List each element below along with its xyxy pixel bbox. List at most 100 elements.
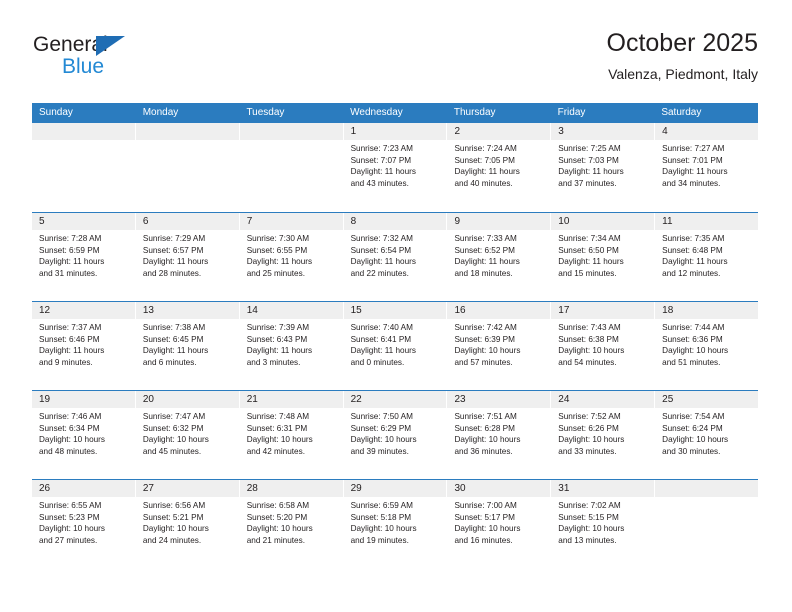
sunset-text: Sunset: 6:32 PM	[142, 423, 204, 433]
day-number: 14	[239, 302, 343, 319]
sunrise-text: Sunrise: 7:29 AM	[142, 234, 206, 243]
calendar-day-cell[interactable]: 3 Sunrise: 7:25 AM Sunset: 7:03 PM Daylight…	[551, 123, 656, 212]
day-number: 26	[32, 480, 135, 497]
calendar-day-cell[interactable]: 12 Sunrise: 7:37 AM Sunset: 6:46 PM Dayligh…	[32, 302, 136, 390]
sunset-text: Sunset: 6:45 PM	[142, 334, 204, 344]
day-details: Sunrise: 7:29 AM Sunset: 6:57 PM Daylight:…	[136, 230, 239, 279]
calendar-day-cell[interactable]: 10 Sunrise: 7:34 AM Sunset: 6:50 PM Dayligh…	[551, 213, 656, 301]
sunrise-text: Sunrise: 7:51 AM	[454, 412, 517, 421]
calendar-day-cell[interactable]: 26 Sunrise: 6:55 AM Sunset: 5:23 PM Dayligh…	[32, 480, 136, 568]
sunrise-text: Sunrise: 7:48 AM	[246, 412, 310, 421]
daylight-text-line2: and 42 minutes.	[246, 446, 305, 456]
calendar-day-cell[interactable]: 8 Sunrise: 7:32 AM Sunset: 6:54 PM Daylight…	[343, 213, 448, 301]
sunrise-text: Sunrise: 7:02 AM	[558, 501, 621, 510]
dow-header-wednesday: Wednesday	[350, 107, 403, 118]
sunset-text: Sunset: 6:36 PM	[662, 334, 723, 344]
day-details: Sunrise: 7:39 AM Sunset: 6:43 PM Daylight:…	[240, 319, 343, 368]
calendar-day-cell[interactable]: 25 Sunrise: 7:54 AM Sunset: 6:24 PM Dayligh…	[655, 391, 759, 479]
sunrise-text: Sunrise: 6:58 AM	[246, 501, 310, 510]
daylight-text-line1: Daylight: 11 hours	[39, 346, 105, 356]
day-number: 15	[343, 302, 447, 319]
day-details: Sunrise: 6:58 AM Sunset: 5:20 PM Daylight:…	[240, 497, 343, 546]
daylight-text-line2: and 33 minutes.	[558, 446, 617, 456]
daylight-text-line2: and 39 minutes.	[350, 446, 409, 456]
calendar-day-cell[interactable]: 19 Sunrise: 7:46 AM Sunset: 6:34 PM Dayligh…	[32, 391, 136, 479]
day-number: 25	[655, 391, 759, 408]
dow-header-tuesday: Tuesday	[246, 107, 285, 118]
daylight-text-line2: and 3 minutes.	[246, 357, 301, 367]
daylight-text-line1: Daylight: 11 hours	[142, 257, 209, 267]
calendar-day-cell[interactable]: 11 Sunrise: 7:35 AM Sunset: 6:48 PM Dayligh…	[655, 213, 759, 301]
daylight-text-line1: Daylight: 11 hours	[558, 167, 624, 177]
sunrise-text: Sunrise: 7:25 AM	[558, 144, 621, 153]
calendar-day-cell[interactable]: 6 Sunrise: 7:29 AM Sunset: 6:57 PM Daylight…	[135, 213, 240, 301]
daylight-text-line1: Daylight: 11 hours	[454, 257, 520, 267]
day-details: Sunrise: 6:56 AM Sunset: 5:21 PM Daylight:…	[136, 497, 239, 546]
calendar-day-cell[interactable]: 4 Sunrise: 7:27 AM Sunset: 7:01 PM Daylight…	[655, 123, 759, 212]
daylight-text-line1: Daylight: 10 hours	[350, 435, 417, 445]
brand-logo[interactable]: General Blue	[33, 33, 263, 85]
calendar-day-cell[interactable]: 18 Sunrise: 7:44 AM Sunset: 6:36 PM Dayligh…	[655, 302, 759, 390]
day-details: Sunrise: 7:28 AM Sunset: 6:59 PM Daylight:…	[32, 230, 135, 279]
day-number: 23	[447, 391, 551, 408]
calendar-day-cell[interactable]: 28 Sunrise: 6:58 AM Sunset: 5:20 PM Dayligh…	[239, 480, 344, 568]
calendar-day-cell[interactable]: 20 Sunrise: 7:47 AM Sunset: 6:32 PM Dayligh…	[135, 391, 240, 479]
calendar-day-cell[interactable]: 16 Sunrise: 7:42 AM Sunset: 6:39 PM Dayligh…	[447, 302, 552, 390]
calendar-day-cell[interactable]: 31 Sunrise: 7:02 AM Sunset: 5:15 PM Dayligh…	[551, 480, 656, 568]
daylight-text-line2: and 19 minutes.	[350, 535, 409, 545]
sunrise-text: Sunrise: 7:30 AM	[246, 234, 310, 243]
daylight-text-line2: and 25 minutes.	[246, 268, 305, 278]
calendar-day-cell[interactable]: 17 Sunrise: 7:43 AM Sunset: 6:38 PM Dayligh…	[551, 302, 656, 390]
calendar-day-cell[interactable]: 15 Sunrise: 7:40 AM Sunset: 6:41 PM Dayligh…	[343, 302, 448, 390]
day-details: Sunrise: 7:42 AM Sunset: 6:39 PM Daylight:…	[447, 319, 550, 368]
calendar-week-row: 5 Sunrise: 7:28 AM Sunset: 6:59 PM Daylight…	[32, 212, 759, 301]
sunset-text: Sunset: 6:54 PM	[350, 245, 412, 255]
calendar-day-cell[interactable]: 22 Sunrise: 7:50 AM Sunset: 6:29 PM Dayligh…	[343, 391, 448, 479]
sunrise-text: Sunrise: 7:34 AM	[558, 234, 621, 243]
calendar-weeks: 1 Sunrise: 7:23 AM Sunset: 7:07 PM Daylight…	[32, 123, 759, 568]
daylight-text-line2: and 51 minutes.	[662, 357, 721, 367]
day-number	[135, 123, 239, 140]
calendar-day-cell[interactable]: 30 Sunrise: 7:00 AM Sunset: 5:17 PM Dayligh…	[447, 480, 552, 568]
daylight-text-line1: Daylight: 10 hours	[558, 346, 625, 356]
daylight-text-line2: and 30 minutes.	[662, 446, 721, 456]
sunrise-text: Sunrise: 7:38 AM	[142, 323, 206, 332]
daylight-text-line1: Daylight: 10 hours	[142, 435, 209, 445]
daylight-text-line1: Daylight: 10 hours	[246, 435, 313, 445]
calendar-day-cell[interactable]: 1 Sunrise: 7:23 AM Sunset: 7:07 PM Daylight…	[343, 123, 448, 212]
calendar-day-cell[interactable]: 9 Sunrise: 7:33 AM Sunset: 6:52 PM Daylight…	[447, 213, 552, 301]
daylight-text-line1: Daylight: 10 hours	[454, 346, 521, 356]
sunrise-text: Sunrise: 7:39 AM	[246, 323, 310, 332]
day-number: 2	[447, 123, 551, 140]
calendar-day-cell[interactable]: 7 Sunrise: 7:30 AM Sunset: 6:55 PM Daylight…	[239, 213, 344, 301]
calendar-day-cell[interactable]: 2 Sunrise: 7:24 AM Sunset: 7:05 PM Daylight…	[447, 123, 552, 212]
daylight-text-line2: and 27 minutes.	[39, 535, 98, 545]
daylight-text-line2: and 15 minutes.	[558, 268, 617, 278]
calendar-day-cell[interactable]: 13 Sunrise: 7:38 AM Sunset: 6:45 PM Dayligh…	[135, 302, 240, 390]
calendar-day-cell[interactable]: 24 Sunrise: 7:52 AM Sunset: 6:26 PM Dayligh…	[551, 391, 656, 479]
calendar-day-cell[interactable]: 27 Sunrise: 6:56 AM Sunset: 5:21 PM Dayligh…	[135, 480, 240, 568]
sunrise-text: Sunrise: 7:47 AM	[142, 412, 206, 421]
calendar-day-cell[interactable]: 5 Sunrise: 7:28 AM Sunset: 6:59 PM Daylight…	[32, 213, 136, 301]
day-number: 22	[343, 391, 447, 408]
day-number: 1	[343, 123, 447, 140]
day-number: 16	[447, 302, 551, 319]
day-number: 17	[551, 302, 655, 319]
daylight-text-line2: and 31 minutes.	[39, 268, 98, 278]
day-details: Sunrise: 7:37 AM Sunset: 6:46 PM Daylight:…	[32, 319, 135, 368]
calendar-day-cell[interactable]: 14 Sunrise: 7:39 AM Sunset: 6:43 PM Dayligh…	[239, 302, 344, 390]
title-block: October 2025 Valenza, Piedmont, Italy	[607, 28, 759, 84]
sunrise-text: Sunrise: 7:43 AM	[558, 323, 621, 332]
calendar-week-row: 19 Sunrise: 7:46 AM Sunset: 6:34 PM Dayligh…	[32, 390, 759, 479]
sunset-text: Sunset: 6:39 PM	[454, 334, 515, 344]
day-details: Sunrise: 7:38 AM Sunset: 6:45 PM Daylight:…	[136, 319, 239, 368]
calendar-day-cell[interactable]: 23 Sunrise: 7:51 AM Sunset: 6:28 PM Dayligh…	[447, 391, 552, 479]
day-number: 20	[135, 391, 239, 408]
sunrise-text: Sunrise: 6:59 AM	[350, 501, 413, 510]
daylight-text-line1: Daylight: 11 hours	[662, 257, 728, 267]
daylight-text-line2: and 16 minutes.	[454, 535, 513, 545]
calendar-day-cell[interactable]: 29 Sunrise: 6:59 AM Sunset: 5:18 PM Dayligh…	[343, 480, 448, 568]
daylight-text-line2: and 45 minutes.	[142, 446, 202, 456]
page-title: October 2025	[606, 29, 759, 57]
calendar-day-cell[interactable]: 21 Sunrise: 7:48 AM Sunset: 6:31 PM Dayligh…	[239, 391, 344, 479]
